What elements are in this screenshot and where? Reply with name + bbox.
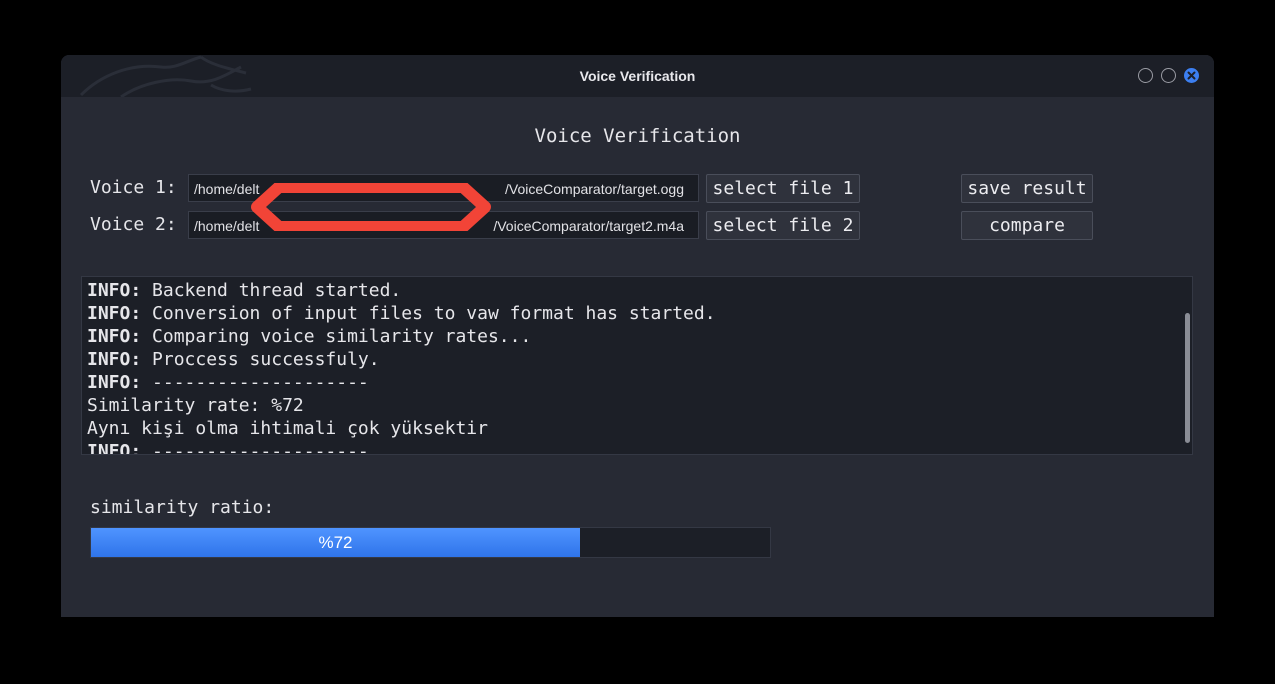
log-line: INFO: --------------------: [87, 371, 1177, 394]
log-line: INFO: Conversion of input files to vaw f…: [87, 302, 1177, 325]
minimize-icon[interactable]: [1138, 68, 1153, 83]
log-line: Aynı kişi olma ihtimali çok yüksektir: [87, 417, 1177, 440]
select-file-2-button[interactable]: select file 2: [706, 211, 860, 240]
log-line-text: Similarity rate: %72: [87, 395, 304, 416]
voice2-path-end: /VoiceComparator/target2.m4a: [493, 212, 698, 238]
log-scrollbar-thumb[interactable]: [1185, 313, 1190, 443]
log-line: INFO: Comparing voice similarity rates..…: [87, 325, 1177, 348]
voice2-label: Voice 2:: [90, 214, 177, 235]
log-line-prefix: INFO:: [87, 303, 142, 324]
similarity-progress-bar: %72: [90, 527, 771, 558]
log-line-text: Conversion of input files to vaw format …: [141, 303, 716, 324]
log-line: INFO: Proccess successfuly.: [87, 348, 1177, 371]
maximize-icon[interactable]: [1161, 68, 1176, 83]
log-line-text: Backend thread started.: [141, 280, 402, 301]
voice2-path-start: /home/delt: [194, 218, 260, 234]
log-scrollbar[interactable]: [1182, 277, 1192, 454]
log-line-text: Comparing voice similarity rates...: [141, 326, 532, 347]
compare-button[interactable]: compare: [961, 211, 1093, 240]
close-icon[interactable]: [1184, 68, 1199, 83]
window-title: Voice Verification: [579, 68, 696, 84]
redaction-mark: [251, 183, 491, 231]
log-line-text: --------------------: [141, 441, 369, 455]
log-output[interactable]: INFO: Backend thread started. INFO: Conve…: [81, 276, 1193, 455]
log-line: INFO: --------------------: [87, 440, 1177, 455]
log-line-prefix: INFO:: [87, 372, 142, 393]
log-line-prefix: INFO:: [87, 326, 142, 347]
voice1-label: Voice 1:: [90, 177, 177, 198]
title-bar[interactable]: Voice Verification: [61, 55, 1214, 97]
similarity-progress-text: %72: [318, 533, 353, 552]
voice1-path-end: /VoiceComparator/target.ogg: [505, 175, 698, 201]
log-line-text: --------------------: [141, 372, 369, 393]
voice1-path-start: /home/delt: [194, 181, 260, 197]
log-lines: INFO: Backend thread started. INFO: Conve…: [87, 279, 1177, 455]
log-line-prefix: INFO:: [87, 441, 142, 455]
log-line-text: Aynı kişi olma ihtimali çok yüksektir: [87, 418, 488, 439]
save-result-button[interactable]: save result: [961, 174, 1093, 203]
similarity-ratio-label: similarity ratio:: [90, 497, 275, 518]
app-window: Voice Verification Voice Verification Vo…: [61, 55, 1214, 617]
log-line: INFO: Backend thread started.: [87, 279, 1177, 302]
log-line-prefix: INFO:: [87, 349, 142, 370]
log-line-text: Proccess successfuly.: [141, 349, 380, 370]
select-file-1-button[interactable]: select file 1: [706, 174, 860, 203]
log-line-prefix: INFO:: [87, 280, 142, 301]
page-heading: Voice Verification: [534, 125, 741, 147]
log-line: Similarity rate: %72: [87, 394, 1177, 417]
